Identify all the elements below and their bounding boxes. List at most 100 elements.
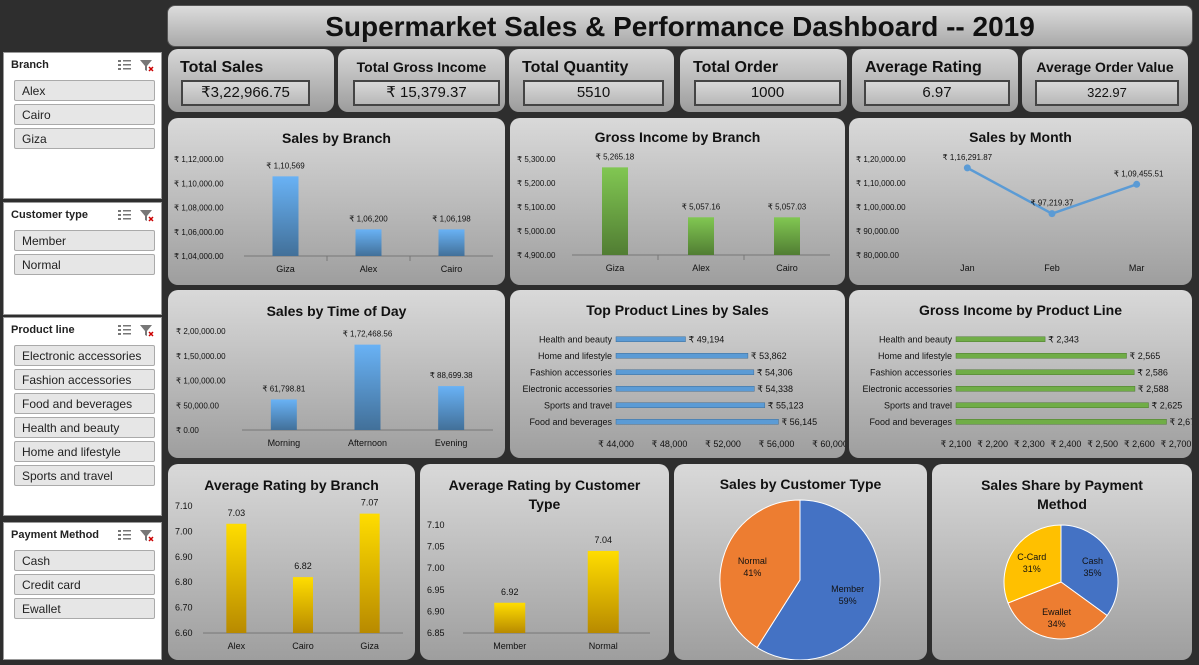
kpi-value: 5510 [523, 80, 664, 106]
y-tick-label: ₹ 5,300.00 [517, 155, 556, 164]
data-label: ₹ 5,265.18 [596, 152, 635, 161]
multi-select-icon[interactable] [118, 530, 131, 540]
slice-percent-label: 34% [1048, 619, 1066, 629]
clear-filter-icon[interactable] [140, 325, 154, 337]
y-tick-label: ₹ 1,12,000.00 [174, 155, 224, 164]
y-tick-label: ₹ 5,200.00 [517, 179, 556, 188]
multi-select-icon[interactable] [118, 210, 131, 220]
slicer-product-line: Product line Electronic accessories Fash… [3, 317, 162, 516]
slice-percent-label: 31% [1023, 564, 1041, 574]
x-tick-label: ₹ 44,000 [598, 439, 634, 449]
kpi-average-order-value: Average Order Value 322.97 [1022, 49, 1188, 112]
x-tick-label: Giza [606, 263, 625, 273]
y-tick-label: 7.05 [427, 542, 445, 552]
chart-sales-share-by-payment-method: Sales Share by Payment Method Cash 35% Ewa… [932, 464, 1192, 660]
clear-filter-icon[interactable] [140, 60, 154, 72]
clear-filter-icon[interactable] [140, 530, 154, 542]
data-label: 6.92 [501, 587, 519, 597]
multi-select-icon[interactable] [118, 325, 131, 335]
slicer-item-sports-and-travel[interactable]: Sports and travel [14, 465, 155, 486]
data-label: ₹ 54,338 [757, 384, 793, 394]
slicer-item-alex[interactable]: Alex [14, 80, 155, 101]
x-tick-label: ₹ 56,000 [759, 439, 795, 449]
y-tick-label: Fashion accessories [870, 367, 953, 377]
data-label: ₹ 2,565 [1130, 351, 1161, 361]
slicer-item-health-and-beauty[interactable]: Health and beauty [14, 417, 155, 438]
kpi-label: Total Quantity [522, 59, 629, 76]
bar [615, 386, 755, 392]
bar [688, 217, 714, 255]
slicer-title: Branch [11, 59, 49, 71]
slicer-item-cairo[interactable]: Cairo [14, 104, 155, 125]
data-label: ₹ 5,057.16 [682, 202, 721, 211]
kpi-value: ₹3,22,966.75 [181, 80, 310, 106]
y-tick-label: Fashion accessories [530, 367, 613, 377]
y-tick-label: ₹ 50,000.00 [176, 401, 219, 410]
x-tick-label: Jan [960, 263, 975, 273]
kpi-label: Total Sales [180, 59, 264, 76]
slice-name-label: Ewallet [1042, 607, 1072, 617]
bar [615, 402, 766, 408]
slicer-item-giza[interactable]: Giza [14, 128, 155, 149]
slice-name-label: Normal [738, 556, 767, 566]
kpi-total-sales: Total Sales ₹3,22,966.75 [168, 49, 334, 112]
y-tick-label: 7.00 [427, 563, 445, 573]
bar [293, 577, 313, 633]
y-tick-label: ₹ 1,00,000.00 [176, 377, 226, 386]
data-label: ₹ 97,219.37 [1031, 199, 1074, 208]
y-tick-label: ₹ 90,000.00 [856, 227, 899, 236]
y-tick-label: ₹ 1,10,000.00 [174, 179, 224, 188]
y-tick-label: ₹ 5,000.00 [517, 227, 556, 236]
bar [774, 217, 800, 255]
chart-gross-income-by-branch: Gross Income by Branch ₹ 5,300.00 ₹ 5,200… [510, 118, 845, 285]
x-tick-label: Alex [360, 264, 378, 274]
multi-select-icon[interactable] [118, 60, 131, 70]
slicer-item-home-and-lifestyle[interactable]: Home and lifestyle [14, 441, 155, 462]
chart-svg: ₹ 2,00,000.00 ₹ 1,50,000.00 ₹ 1,00,000.00 ₹… [176, 327, 493, 448]
y-tick-label: Food and beverages [529, 417, 612, 427]
clear-filter-icon[interactable] [140, 210, 154, 222]
y-tick-label: 6.60 [175, 628, 193, 638]
slice-percent-label: 35% [1083, 568, 1101, 578]
slicer-item-food-and-beverages[interactable]: Food and beverages [14, 393, 155, 414]
x-tick-label: Evening [435, 438, 468, 448]
y-tick-label: Home and lifestyle [878, 351, 952, 361]
y-tick-label: ₹ 1,06,000.00 [174, 228, 224, 237]
kpi-value: 6.97 [864, 80, 1010, 106]
kpi-label: Total Gross Income [356, 59, 487, 75]
slicer-item-member[interactable]: Member [14, 230, 155, 251]
chart-sales-by-customer-type: Sales by Customer Type Member 59% Normal 41… [674, 464, 927, 660]
data-point [1133, 180, 1141, 188]
y-tick-label: 6.90 [175, 552, 193, 562]
kpi-label: Average Rating [865, 59, 982, 76]
y-tick-label: ₹ 1,00,000.00 [856, 203, 906, 212]
data-label: ₹ 5,057.03 [768, 202, 807, 211]
chart-svg: Cash 35% Ewallet 34% C-Card 31% [1003, 524, 1119, 640]
y-tick-label: ₹ 2,00,000.00 [176, 327, 226, 336]
slicer-item-electronic-accessories[interactable]: Electronic accessories [14, 345, 155, 366]
slicer-item-normal[interactable]: Normal [14, 254, 155, 275]
slicer-item-fashion-accessories[interactable]: Fashion accessories [14, 369, 155, 390]
bar [270, 399, 297, 430]
x-tick-label: ₹ 2,300 [1014, 439, 1045, 449]
chart-svg: Member 59% Normal 41% [719, 499, 881, 660]
x-tick-label: ₹ 2,600 [1124, 439, 1155, 449]
bar [955, 369, 1135, 375]
kpi-label: Average Order Value [1036, 59, 1174, 75]
y-tick-label: Electronic accessories [862, 384, 952, 394]
slicer-item-credit-card[interactable]: Credit card [14, 574, 155, 595]
x-tick-label: ₹ 48,000 [652, 439, 688, 449]
bar [226, 523, 247, 633]
slicer-item-cash[interactable]: Cash [14, 550, 155, 571]
x-tick-label: Alex [692, 263, 710, 273]
data-label: 7.03 [228, 508, 246, 518]
bar [359, 513, 380, 633]
x-tick-label: ₹ 2,200 [977, 439, 1008, 449]
data-label: ₹ 2,586 [1137, 367, 1168, 377]
slicer-item-ewallet[interactable]: Ewallet [14, 598, 155, 619]
kpi-value: 322.97 [1035, 80, 1179, 106]
bar [615, 419, 779, 425]
data-label: ₹ 2,674 [1169, 417, 1192, 427]
bar [615, 369, 755, 375]
chart-top-product-lines-by-sales: Top Product Lines by Sales Health and be… [510, 290, 845, 458]
